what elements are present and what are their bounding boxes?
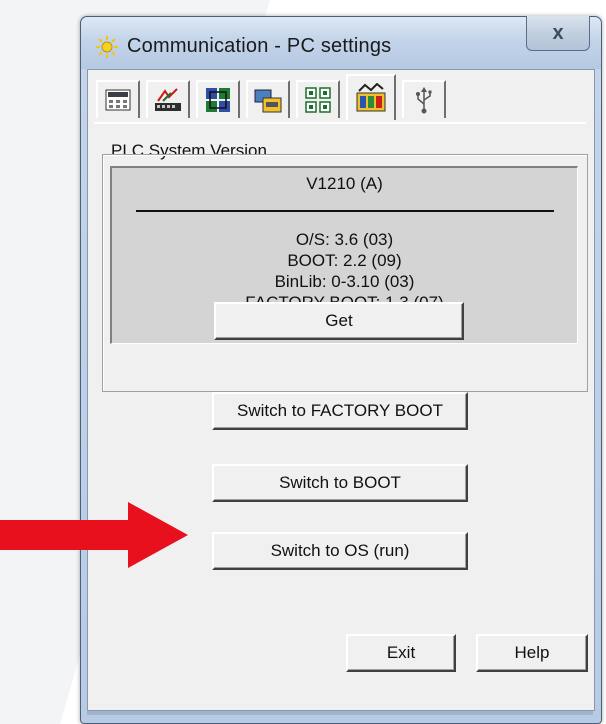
- get-button[interactable]: Get: [214, 302, 464, 340]
- switch-to-factory-boot-button[interactable]: Switch to FACTORY BOOT: [212, 392, 468, 430]
- boot-version: BOOT: 2.2 (09): [287, 251, 402, 270]
- grid-modules-icon: [305, 87, 331, 113]
- dialog-client: PLC System Version V1210 (A) O/S: 3.6 (0…: [87, 69, 595, 711]
- keypad-icon: [105, 89, 131, 111]
- tab-grid-modules[interactable]: [296, 80, 340, 118]
- network-settings-icon: [155, 88, 181, 111]
- plc-version-icon: [356, 83, 386, 112]
- window-title: Communication - PC settings: [127, 35, 392, 57]
- title-bar[interactable]: Communication - PC settings x: [81, 16, 601, 69]
- window-bottom-border: [87, 711, 593, 715]
- usb-icon: [416, 87, 432, 114]
- separator-line: [136, 210, 554, 212]
- tab-connect[interactable]: [246, 80, 290, 118]
- binlib-version: BinLib: 0-3.10 (03): [274, 272, 415, 291]
- red-arrow-pointer: [0, 502, 188, 568]
- sun-icon: [96, 36, 118, 58]
- plc-model: V1210 (A): [306, 174, 383, 193]
- tab-plc-version[interactable]: [346, 74, 396, 120]
- tab-modules[interactable]: [196, 80, 240, 118]
- modules-icon: [206, 88, 230, 112]
- dialog-window: Communication - PC settings x PLC System…: [80, 16, 602, 724]
- help-button[interactable]: Help: [476, 634, 588, 672]
- close-icon: x: [552, 21, 564, 44]
- switch-to-boot-button[interactable]: Switch to BOOT: [212, 464, 468, 502]
- close-button[interactable]: x: [526, 16, 590, 51]
- exit-button[interactable]: Exit: [346, 634, 456, 672]
- connect-icon: [254, 89, 282, 113]
- tab-keypad[interactable]: [96, 80, 140, 118]
- switch-to-os-button[interactable]: Switch to OS (run): [212, 532, 468, 570]
- os-version: O/S: 3.6 (03): [295, 230, 394, 249]
- tab-network-settings[interactable]: [146, 80, 190, 118]
- tab-usb[interactable]: [402, 80, 446, 118]
- tab-strip: [92, 74, 592, 124]
- tab-baseline: [94, 122, 586, 124]
